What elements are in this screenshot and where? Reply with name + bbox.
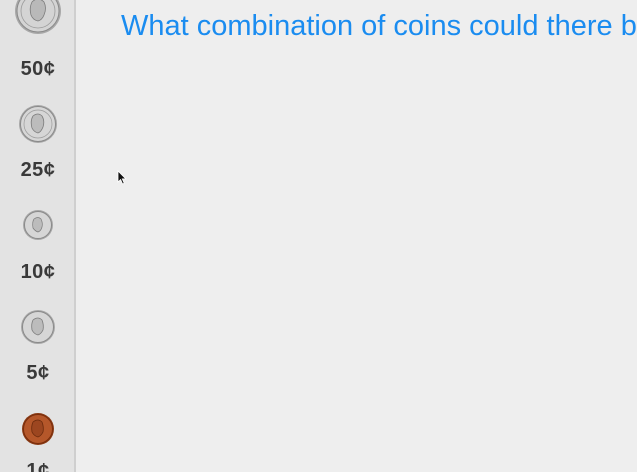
nickel-coin-icon[interactable] — [20, 308, 56, 346]
coin-item-50[interactable]: 50¢ — [0, 0, 74, 100]
coin-label-1: 1¢ — [26, 460, 50, 472]
coin-item-1[interactable]: 1¢ — [0, 402, 74, 472]
coin-label-5: 5¢ — [26, 362, 50, 384]
coin-item-10[interactable]: 10¢ — [0, 200, 74, 302]
coin-label-10: 10¢ — [20, 261, 56, 283]
coin-palette: 50¢ 25¢ 10¢ 5¢ 1¢ — [0, 0, 76, 472]
work-area[interactable]: What combination of coins could there be — [76, 0, 637, 472]
half-dollar-coin-icon[interactable] — [14, 0, 62, 44]
coin-label-25: 25¢ — [20, 159, 56, 181]
app-window: 50¢ 25¢ 10¢ 5¢ 1¢ What combination of co… — [0, 0, 637, 472]
dime-coin-icon[interactable] — [22, 208, 54, 242]
coin-item-5[interactable]: 5¢ — [0, 302, 74, 402]
mouse-pointer-icon — [117, 170, 127, 185]
quarter-coin-icon[interactable] — [18, 103, 58, 145]
question-text: What combination of coins could there be — [121, 10, 637, 42]
coin-label-50: 50¢ — [20, 58, 56, 80]
penny-coin-icon[interactable] — [21, 411, 55, 447]
coin-item-25[interactable]: 25¢ — [0, 100, 74, 200]
